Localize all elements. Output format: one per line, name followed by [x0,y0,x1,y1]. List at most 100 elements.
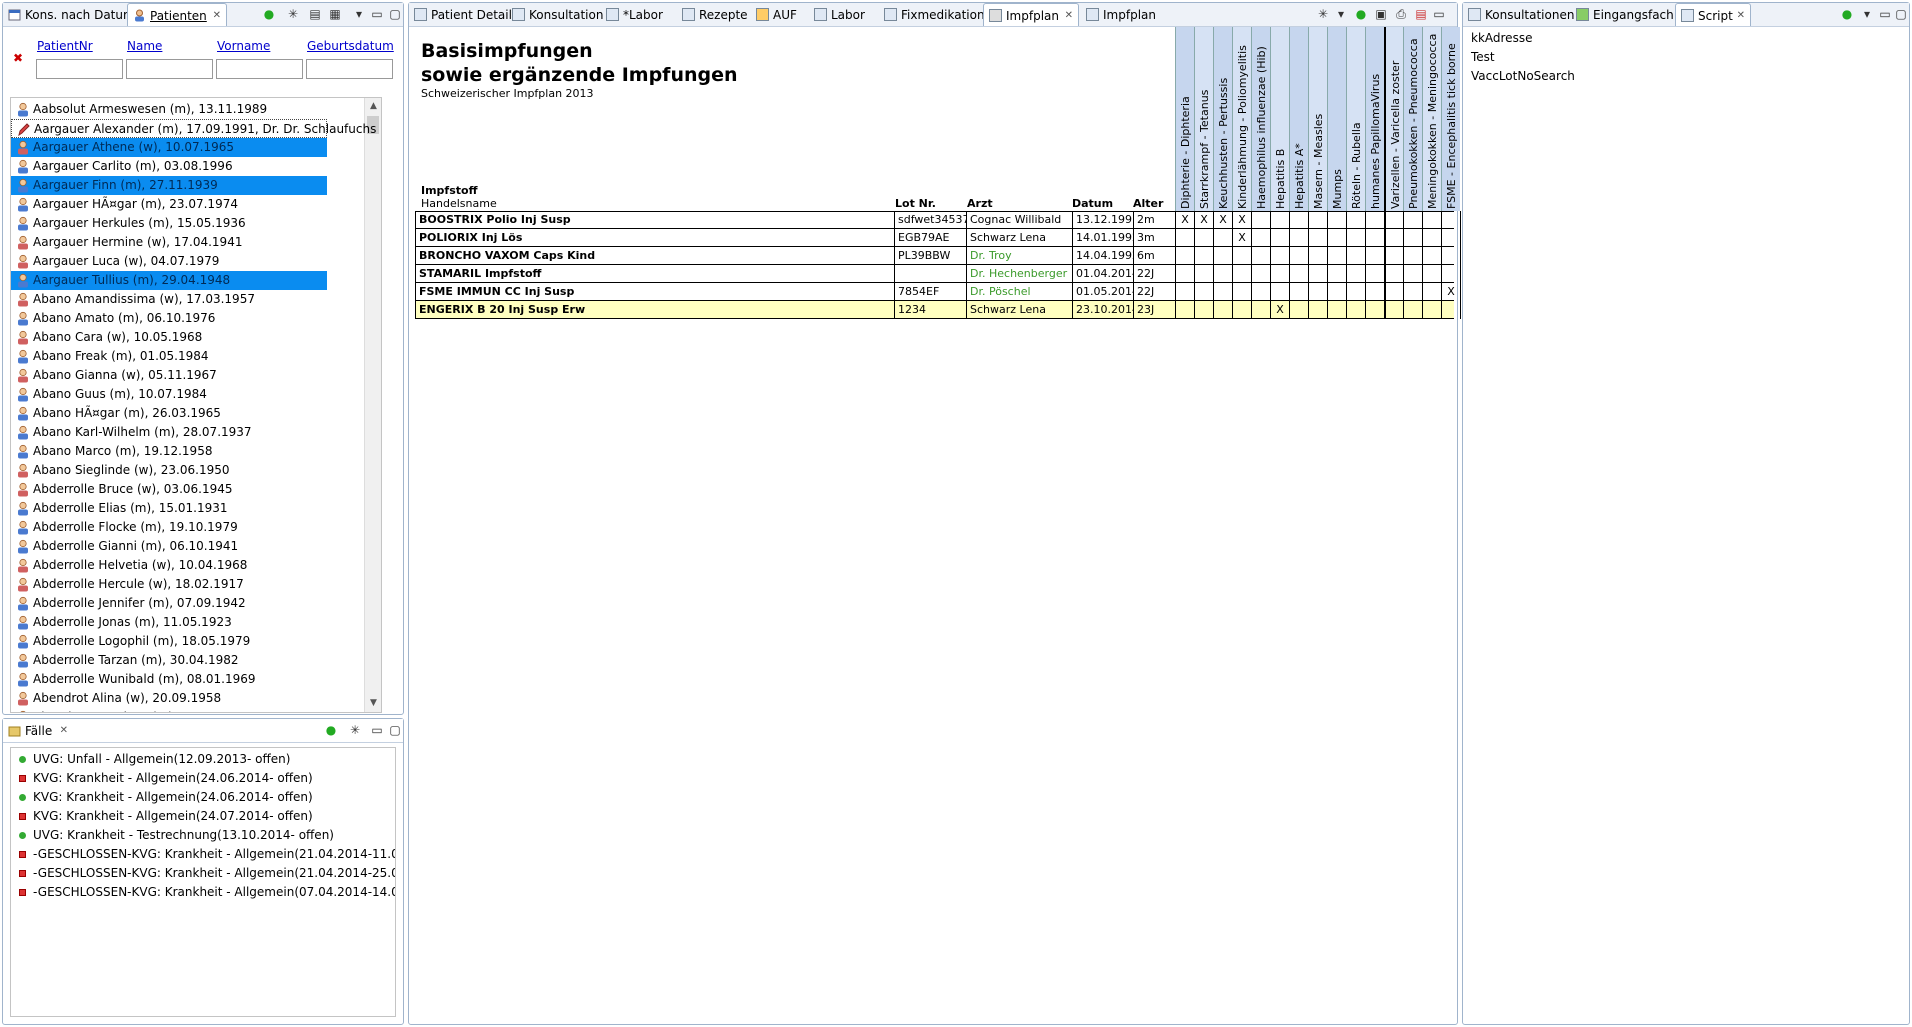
patient-list[interactable]: ▲ ▼ Aabsolut Armeswesen (m), 13.11.1989 A… [10,97,382,713]
tab-impfplan[interactable]: Impfplan ✕ [983,3,1079,26]
patient-row[interactable]: Aargauer Tullius (m), 29.04.1948 [11,271,327,290]
scroll-up-icon[interactable]: ▲ [365,98,381,115]
patient-row[interactable]: Abendrot Alina (w), 20.09.1958 [11,689,221,708]
patient-row[interactable]: Abderrolle Hercule (w), 18.02.1917 [11,575,244,594]
patient-row[interactable]: Abderrolle Elias (m), 15.01.1931 [11,499,227,518]
patient-row[interactable]: Aargauer Hermine (w), 17.04.1941 [11,233,242,252]
patient-row[interactable]: Aabsolut Armeswesen (m), 13.11.1989 [11,100,267,119]
patient-row[interactable]: Abderrolle Flocke (m), 19.10.1979 [11,518,238,537]
script-item[interactable]: VaccLotNoSearch [1471,67,1575,86]
script-item[interactable]: kkAdresse [1471,29,1575,48]
add-patient-icon[interactable]: ● [261,6,277,22]
header-name[interactable]: Name [127,39,162,53]
patient-row[interactable]: Aargauer Finn (m), 27.11.1939 [11,176,327,195]
view-menu-icon[interactable]: ▾ [1333,6,1349,22]
view-menu-icon[interactable]: ▾ [1859,6,1875,22]
close-icon[interactable]: ✕ [60,719,68,742]
close-icon[interactable]: ✕ [1065,4,1073,26]
copy-icon[interactable]: ▦ [327,6,343,22]
clear-filter-icon[interactable]: ✖ [13,51,23,65]
patient-row[interactable]: Aargauer Herkules (m), 15.05.1936 [11,214,246,233]
patient-row[interactable]: Abderrolle Jennifer (m), 07.09.1942 [11,594,246,613]
add-fall-icon[interactable]: ● [323,722,339,738]
view-menu-icon[interactable]: ▾ [351,6,367,22]
minimize-icon[interactable]: ▭ [1877,6,1893,22]
patient-row[interactable]: Abderrolle Logophil (m), 18.05.1979 [11,632,250,651]
scroll-down-icon[interactable]: ▼ [365,695,381,712]
fall-row[interactable]: KVG: Krankheit - Allgemein(24.06.2014- o… [11,788,313,807]
patient-row[interactable]: Abderrolle Helvetia (w), 10.04.1968 [11,556,247,575]
maximize-icon[interactable]: ▢ [387,6,403,22]
tab-konsultation[interactable]: Konsultation [507,3,603,26]
close-icon[interactable]: ✕ [213,4,221,26]
tab-faelle[interactable]: Fälle ✕ [3,719,73,742]
fall-row[interactable]: -GESCHLOSSEN-KVG: Krankheit - Allgemein(… [11,883,395,902]
add-vaccination-icon[interactable]: ● [1353,6,1369,22]
patient-list-scrollbar[interactable]: ▲ ▼ [364,98,381,712]
patient-row[interactable]: Abano Karl-Wilhelm (m), 28.07.1937 [11,423,252,442]
patient-row[interactable]: Aargauer Carlito (m), 03.08.1996 [11,157,233,176]
patient-row[interactable]: Aargauer Athene (w), 10.07.1965 [11,138,327,157]
maximize-icon[interactable]: ▢ [1893,6,1909,22]
patient-row[interactable]: Abano Guus (m), 10.07.1984 [11,385,207,404]
patient-row[interactable]: Abderrolle Wunibald (m), 08.01.1969 [11,670,256,689]
fall-row[interactable]: KVG: Krankheit - Allgemein(24.06.2014- o… [11,769,313,788]
faelle-list[interactable]: UVG: Unfall - Allgemein(12.09.2013- offe… [10,747,396,1017]
save-icon[interactable]: ▣ [1373,6,1389,22]
tab-konsultationen[interactable]: Konsultationen [1463,3,1574,26]
patient-row[interactable]: Aargauer HÃ¤gar (m), 23.07.1974 [11,195,238,214]
minimize-icon[interactable]: ▭ [369,722,385,738]
header-vorname[interactable]: Vorname [217,39,270,53]
vorname-search-input[interactable] [216,59,303,79]
patient-row[interactable]: Abano Freak (m), 01.05.1984 [11,347,209,366]
fall-row[interactable]: UVG: Krankheit - Testrechnung(13.10.2014… [11,826,334,845]
wand-icon[interactable]: ✳ [285,6,301,22]
patient-row[interactable]: Abderrolle Gianni (m), 06.10.1941 [11,537,238,556]
patient-row[interactable]: Abano Amandissima (w), 17.03.1957 [11,290,255,309]
tab-patientdetail[interactable]: Patient Detail [409,3,512,26]
header-geburtsdatum[interactable]: Geburtsdatum [307,39,394,53]
minimize-icon[interactable]: ▭ [369,6,385,22]
patient-row[interactable]: Abano Marco (m), 19.12.1958 [11,442,212,461]
patient-row[interactable]: Abano HÃ¤gar (m), 26.03.1965 [11,404,221,423]
patient-row[interactable]: Aargauer Luca (w), 04.07.1979 [11,252,219,271]
clipboard-icon[interactable]: ▤ [307,6,323,22]
fall-row[interactable]: -GESCHLOSSEN-KVG: Krankheit - Allgemein(… [11,864,395,883]
wand-icon[interactable]: ✳ [347,722,363,738]
print-icon[interactable]: ⎙ [1393,6,1409,22]
name-search-input[interactable] [126,59,213,79]
patient-row[interactable]: Abendrot Amadeus (m), 17.04.1938 [11,708,249,712]
maximize-icon[interactable]: ▢ [387,722,403,738]
tab-fixmedikation[interactable]: Fixmedikation [879,3,985,26]
header-patientnr[interactable]: PatientNr [37,39,93,53]
patient-row[interactable]: Abano Amato (m), 06.10.1976 [11,309,215,328]
close-icon[interactable]: ✕ [1737,4,1745,26]
patient-row[interactable]: Abano Gianna (w), 05.11.1967 [11,366,217,385]
patient-row[interactable]: Abano Sieglinde (w), 23.06.1950 [11,461,230,480]
wand-icon[interactable]: ✳ [1315,6,1331,22]
patient-row[interactable]: Abano Cara (w), 10.05.1968 [11,328,202,347]
tab-labor[interactable]: *Labor [601,3,675,26]
fall-row[interactable]: KVG: Krankheit - Allgemein(24.07.2014- o… [11,807,313,826]
patient-row[interactable]: Abderrolle Bruce (w), 03.06.1945 [11,480,233,499]
minimize-icon[interactable]: ▭ [1431,6,1447,22]
fall-row[interactable]: UVG: Unfall - Allgemein(12.09.2013- offe… [11,750,290,769]
add-script-icon[interactable]: ● [1839,6,1855,22]
tab-eingangsfach[interactable]: Eingangsfach [1571,3,1674,26]
geburtsdatum-search-input[interactable] [306,59,393,79]
patient-row[interactable]: Abderrolle Tarzan (m), 30.04.1982 [11,651,239,670]
patient-row[interactable]: Abderrolle Jonas (m), 11.05.1923 [11,613,232,632]
script-item[interactable]: Test [1471,48,1575,67]
tab-auf[interactable]: AUF [751,3,807,26]
fall-row[interactable]: -GESCHLOSSEN-KVG: Krankheit - Allgemein(… [11,845,395,864]
patientnr-search-input[interactable] [36,59,123,79]
tab-script[interactable]: Script ✕ [1675,3,1751,26]
tab-kons-nach-datum[interactable]: Kons. nach Datum [3,3,135,26]
tab-labor[interactable]: Labor [809,3,877,26]
tab-impfplan[interactable]: Impfplan [1081,3,1163,26]
script-list[interactable]: kkAdresse Test VaccLotNoSearch [1471,29,1575,86]
patient-row[interactable]: Aargauer Alexander (m), 17.09.1991, Dr. … [11,119,376,138]
tab-patienten[interactable]: Patienten ✕ [127,3,227,26]
tab-rezepte[interactable]: Rezepte [677,3,749,26]
export-icon[interactable]: ▤ [1413,6,1429,22]
